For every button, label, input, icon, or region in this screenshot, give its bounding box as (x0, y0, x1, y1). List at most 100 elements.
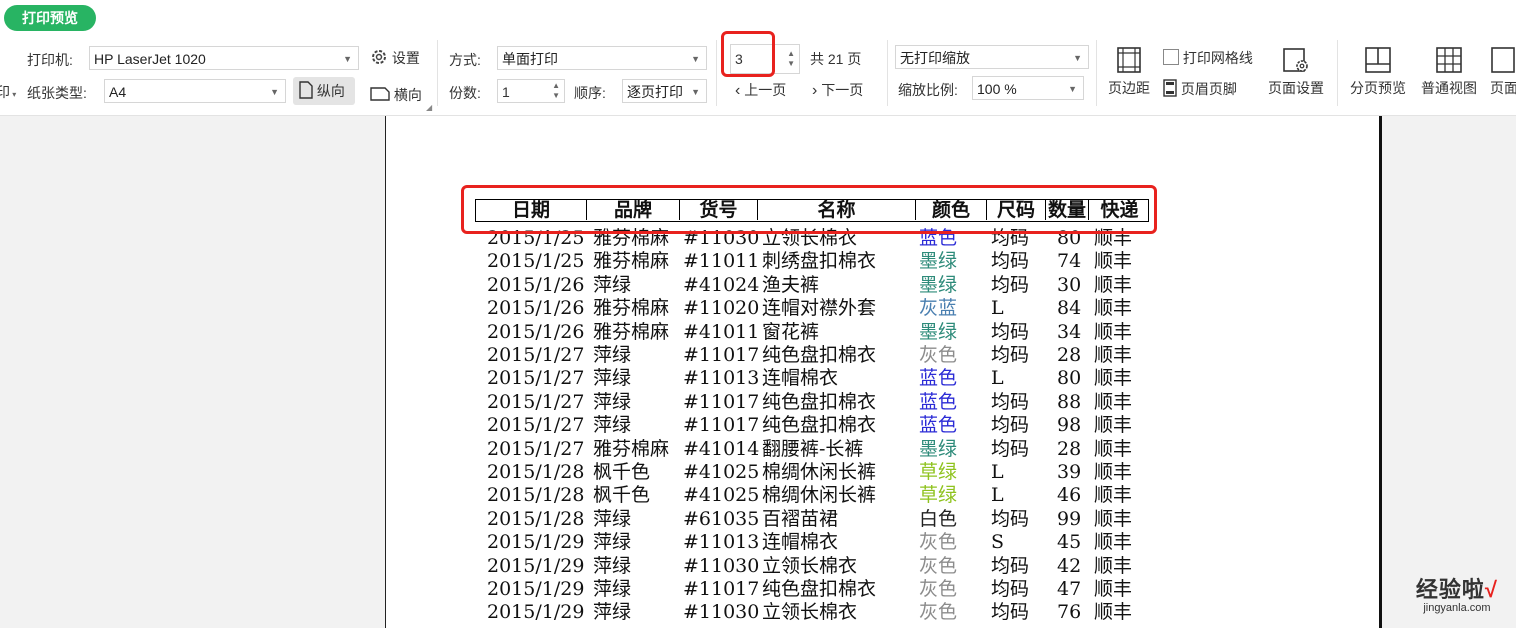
table-cell: 均码 (991, 344, 1030, 366)
page-number-input[interactable]: 3 ▲ ▼ (730, 44, 800, 74)
clipped-label[interactable]: 印 ▾ (0, 82, 16, 102)
table-cell: 2015/1/29 (487, 601, 585, 624)
header-footer-button[interactable]: 页眉页脚 (1163, 79, 1237, 99)
table-cell: 2015/1/25 (487, 227, 585, 249)
table-cell: 顺丰 (1094, 227, 1133, 249)
table-cell: 28 (1057, 437, 1082, 460)
page-setup-icon (1283, 48, 1308, 72)
table-cell: 均码 (991, 273, 1030, 296)
table-cell: 2015/1/27 (487, 414, 585, 437)
copies-stepper[interactable]: 1 ▲ ▼ (497, 79, 565, 103)
table-cell: 渔夫裤 (762, 273, 820, 296)
table-cell: #41025 (683, 484, 760, 507)
table-row: 2015/1/27 萍绿 #11017 纯色盘扣棉衣 蓝色 均码 88 顺丰 (475, 391, 1149, 414)
table-cell: 枫千色 (593, 461, 651, 483)
table-cell: 枫千色 (593, 484, 651, 507)
table-cell: 顺丰 (1094, 414, 1133, 437)
checkbox-icon (1163, 49, 1179, 65)
table-row: 2015/1/25 雅芬棉麻 #11011 刺绣盘扣棉衣 墨绿 均码 74 顺丰 (475, 250, 1149, 273)
table-cell: 99 (1057, 507, 1082, 530)
table-cell: 2015/1/26 (487, 273, 585, 296)
printer-select[interactable]: HP LaserJet 1020 ▼ (89, 46, 359, 70)
scale-ratio-select[interactable]: 100 % ▼ (972, 76, 1084, 100)
settings-button[interactable]: 设置 (370, 48, 420, 68)
table-cell: 均码 (991, 390, 1030, 413)
table-cell: 顺丰 (1094, 601, 1133, 624)
normal-view-button[interactable]: 普通视图 (1418, 46, 1480, 98)
table-cell: 雅芬棉麻 (593, 227, 670, 249)
table-cell: 百褶苗裙 (762, 507, 839, 530)
table-cell: 2015/1/26 (487, 320, 585, 343)
next-page-button[interactable]: › 下一页 (812, 80, 863, 100)
table-cell: 顺丰 (1094, 367, 1133, 390)
table-row: 2015/1/26 雅芬棉麻 #11020 连帽对襟外套 灰蓝 L 84 顺丰 (475, 297, 1149, 320)
order-select[interactable]: 逐页打印 ▼ (622, 79, 707, 103)
stepper-arrows-icon[interactable]: ▲ ▼ (552, 81, 560, 101)
table-cell: #11013 (683, 531, 760, 554)
table-cell: 萍绿 (593, 578, 632, 600)
copies-label: 份数: (449, 85, 481, 101)
table-row: 2015/1/27 萍绿 #11013 连帽棉衣 蓝色 L 80 顺丰 (475, 367, 1149, 390)
header-cell: 货号 (680, 200, 758, 221)
preview-page: 日期 品牌 货号 名称 颜色 尺码 数量 快递 2015/1/25 雅芬棉麻 #11030 立领长棉… (385, 116, 1382, 628)
table-cell: 萍绿 (593, 414, 632, 437)
prev-page-button[interactable]: ‹ 上一页 (735, 80, 786, 100)
page-break-preview-button[interactable]: 分页预览 (1347, 46, 1409, 98)
table-cell: 46 (1057, 484, 1082, 507)
table-cell: 萍绿 (593, 367, 632, 390)
header-cell: 颜色 (916, 200, 987, 221)
table-cell: 草绿 (919, 461, 958, 483)
table-cell: 顺丰 (1094, 554, 1133, 577)
total-pages: 共 21 页 (810, 51, 862, 67)
header-cell: 快递 (1100, 199, 1139, 221)
gear-icon (372, 50, 386, 64)
table-cell: 98 (1057, 414, 1082, 437)
table-cell: #41025 (683, 461, 760, 483)
expand-corner-icon[interactable]: ◢ (426, 103, 432, 112)
table-cell: 萍绿 (593, 273, 632, 296)
scale-ratio-label: 缩放比例: (898, 82, 958, 98)
table-cell: 28 (1057, 344, 1082, 366)
margins-button[interactable]: 页边距 (1104, 46, 1154, 98)
tab-print-preview[interactable]: 打印预览 (4, 5, 96, 31)
table-cell: 80 (1057, 227, 1082, 249)
table-cell: L (991, 461, 1004, 483)
table-cell: 2015/1/29 (487, 554, 585, 577)
mode-select[interactable]: 单面打印 ▼ (497, 46, 707, 70)
page-view-button[interactable]: 页面 (1490, 46, 1516, 98)
chevron-down-icon: ▼ (691, 54, 700, 64)
table-cell: 30 (1057, 273, 1082, 296)
divider (437, 40, 438, 106)
table-cell: 均码 (991, 250, 1030, 273)
table-cell: 灰蓝 (919, 297, 958, 320)
table-cell: 2015/1/26 (487, 297, 585, 320)
stepper-arrows-icon[interactable]: ▲ ▼ (787, 49, 795, 69)
table-cell: 76 (1057, 601, 1082, 624)
table-cell: #11017 (683, 390, 760, 413)
table-cell: 顺丰 (1094, 390, 1133, 413)
table-row: 2015/1/29 萍绿 #11013 连帽棉衣 灰色 S 45 顺丰 (475, 531, 1149, 554)
table-cell: 棉绸休闲长裤 (762, 484, 877, 507)
page-view-icon (1491, 47, 1515, 73)
table-cell: L (991, 297, 1004, 320)
table-cell: #11017 (683, 414, 760, 437)
print-gridlines-checkbox[interactable]: 打印网格线 (1163, 48, 1253, 68)
table-cell: 翻腰裤-长裤 (762, 437, 864, 460)
scale-mode-select[interactable]: 无打印缩放 ▼ (895, 45, 1089, 69)
table-cell: 均码 (991, 601, 1030, 624)
header-cell: 日期 (476, 200, 587, 221)
paper-type-select[interactable]: A4 ▼ (104, 79, 286, 103)
table-cell: 蓝色 (919, 414, 958, 437)
page-setup-button[interactable]: 页面设置 (1265, 46, 1327, 98)
table-cell: 纯色盘扣棉衣 (762, 414, 877, 437)
table-cell: 萍绿 (593, 507, 632, 530)
table-cell: 顺丰 (1094, 320, 1133, 343)
table-cell: 立领长棉衣 (762, 554, 858, 577)
landscape-button[interactable]: 横向 (370, 85, 422, 105)
table-cell: 顺丰 (1094, 461, 1133, 483)
table-cell: #11017 (683, 578, 760, 600)
table-cell: 灰色 (919, 601, 958, 624)
table-cell: 墨绿 (919, 273, 958, 296)
mode-label: 方式: (449, 52, 481, 68)
portrait-button[interactable]: 纵向 (293, 77, 355, 105)
